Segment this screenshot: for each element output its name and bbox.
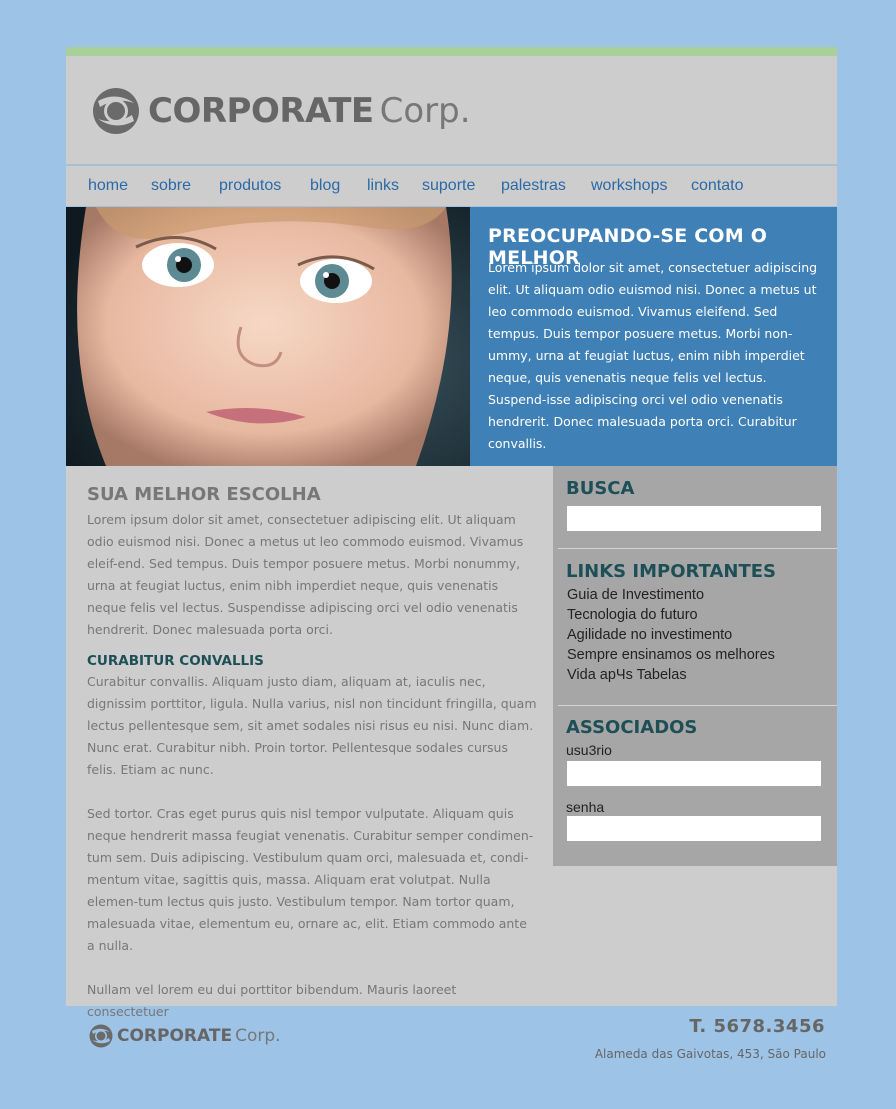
hero-photo bbox=[66, 207, 470, 466]
footer-address: Alameda das Gaivotas, 453, São Paulo bbox=[594, 1047, 826, 1061]
nav-contato[interactable]: contato bbox=[691, 177, 743, 195]
password-label: senha bbox=[566, 799, 605, 815]
logo-icon bbox=[93, 88, 139, 134]
links-title: LINKS IMPORTANTES bbox=[566, 561, 776, 582]
sidebar-divider bbox=[558, 705, 837, 706]
nav-links[interactable]: links bbox=[367, 177, 399, 195]
child-face-image bbox=[66, 207, 470, 466]
nav-suporte[interactable]: suporte bbox=[422, 177, 475, 195]
top-accent-bar bbox=[66, 47, 837, 56]
nav-blog[interactable]: blog bbox=[310, 177, 340, 195]
header: CORPORATE Corp. bbox=[66, 56, 837, 164]
sidebar: BUSCA LINKS IMPORTANTES Guia de Investim… bbox=[553, 466, 837, 866]
logo-wordmark: CORPORATE bbox=[148, 91, 374, 131]
footer-logo-wordmark: CORPORATE bbox=[117, 1026, 233, 1046]
footer-phone: T. 5678.3456 bbox=[689, 1016, 825, 1037]
hero-body: Lorem ipsum dolor sit amet, consectetuer… bbox=[488, 260, 818, 451]
main-paragraph-1: Lorem ipsum dolor sit amet, consectetuer… bbox=[87, 512, 524, 637]
username-label: usu3rio bbox=[566, 742, 612, 758]
footer-logo-suffix: Corp. bbox=[235, 1026, 281, 1046]
main-paragraph-3: Sed tortor. Cras eget purus quis nisl te… bbox=[87, 806, 534, 953]
search-input[interactable] bbox=[567, 506, 821, 531]
main-nav: home sobre produtos blog links suporte p… bbox=[66, 165, 837, 206]
logo-suffix: Corp. bbox=[379, 91, 471, 131]
main-column: SUA MELHOR ESCOLHA Lorem ipsum dolor sit… bbox=[87, 484, 537, 1023]
sidebar-link-2[interactable]: Tecnologia do futuro bbox=[567, 607, 698, 623]
username-input[interactable] bbox=[567, 761, 821, 786]
footer-divider bbox=[66, 1005, 837, 1006]
nav-produtos[interactable]: produtos bbox=[219, 177, 281, 195]
nav-sobre[interactable]: sobre bbox=[151, 177, 191, 195]
footer-logo-icon bbox=[89, 1024, 113, 1048]
password-input[interactable] bbox=[567, 816, 821, 841]
hero-panel: PREOCUPANDO-SE COM O MELHOR Lorem ipsum … bbox=[470, 207, 837, 466]
main-subtitle: CURABITUR CONVALLIS bbox=[87, 653, 264, 669]
footer-logo[interactable]: CORPORATE Corp. bbox=[89, 1024, 281, 1048]
sidebar-link-4[interactable]: Sempre ensinamos os melhores bbox=[567, 647, 775, 663]
main-paragraph-2: Curabitur convallis. Aliquam justo diam,… bbox=[87, 674, 537, 777]
nav-home[interactable]: home bbox=[88, 177, 128, 195]
sidebar-link-3[interactable]: Agilidade no investimento bbox=[567, 627, 732, 643]
nav-palestras[interactable]: palestras bbox=[501, 177, 566, 195]
sidebar-link-5[interactable]: Vida apЧs Tabelas bbox=[567, 667, 687, 683]
nav-workshops[interactable]: workshops bbox=[591, 177, 667, 195]
main-paragraph-4: Nullam vel lorem eu dui porttitor bibend… bbox=[87, 982, 457, 1019]
search-title: BUSCA bbox=[566, 478, 635, 499]
sidebar-link-1[interactable]: Guia de Investimento bbox=[567, 587, 704, 603]
sidebar-divider bbox=[558, 548, 837, 549]
logo[interactable]: CORPORATE Corp. bbox=[92, 87, 471, 135]
main-title: SUA MELHOR ESCOLHA bbox=[87, 484, 321, 505]
associados-title: ASSOCIADOS bbox=[566, 717, 698, 738]
